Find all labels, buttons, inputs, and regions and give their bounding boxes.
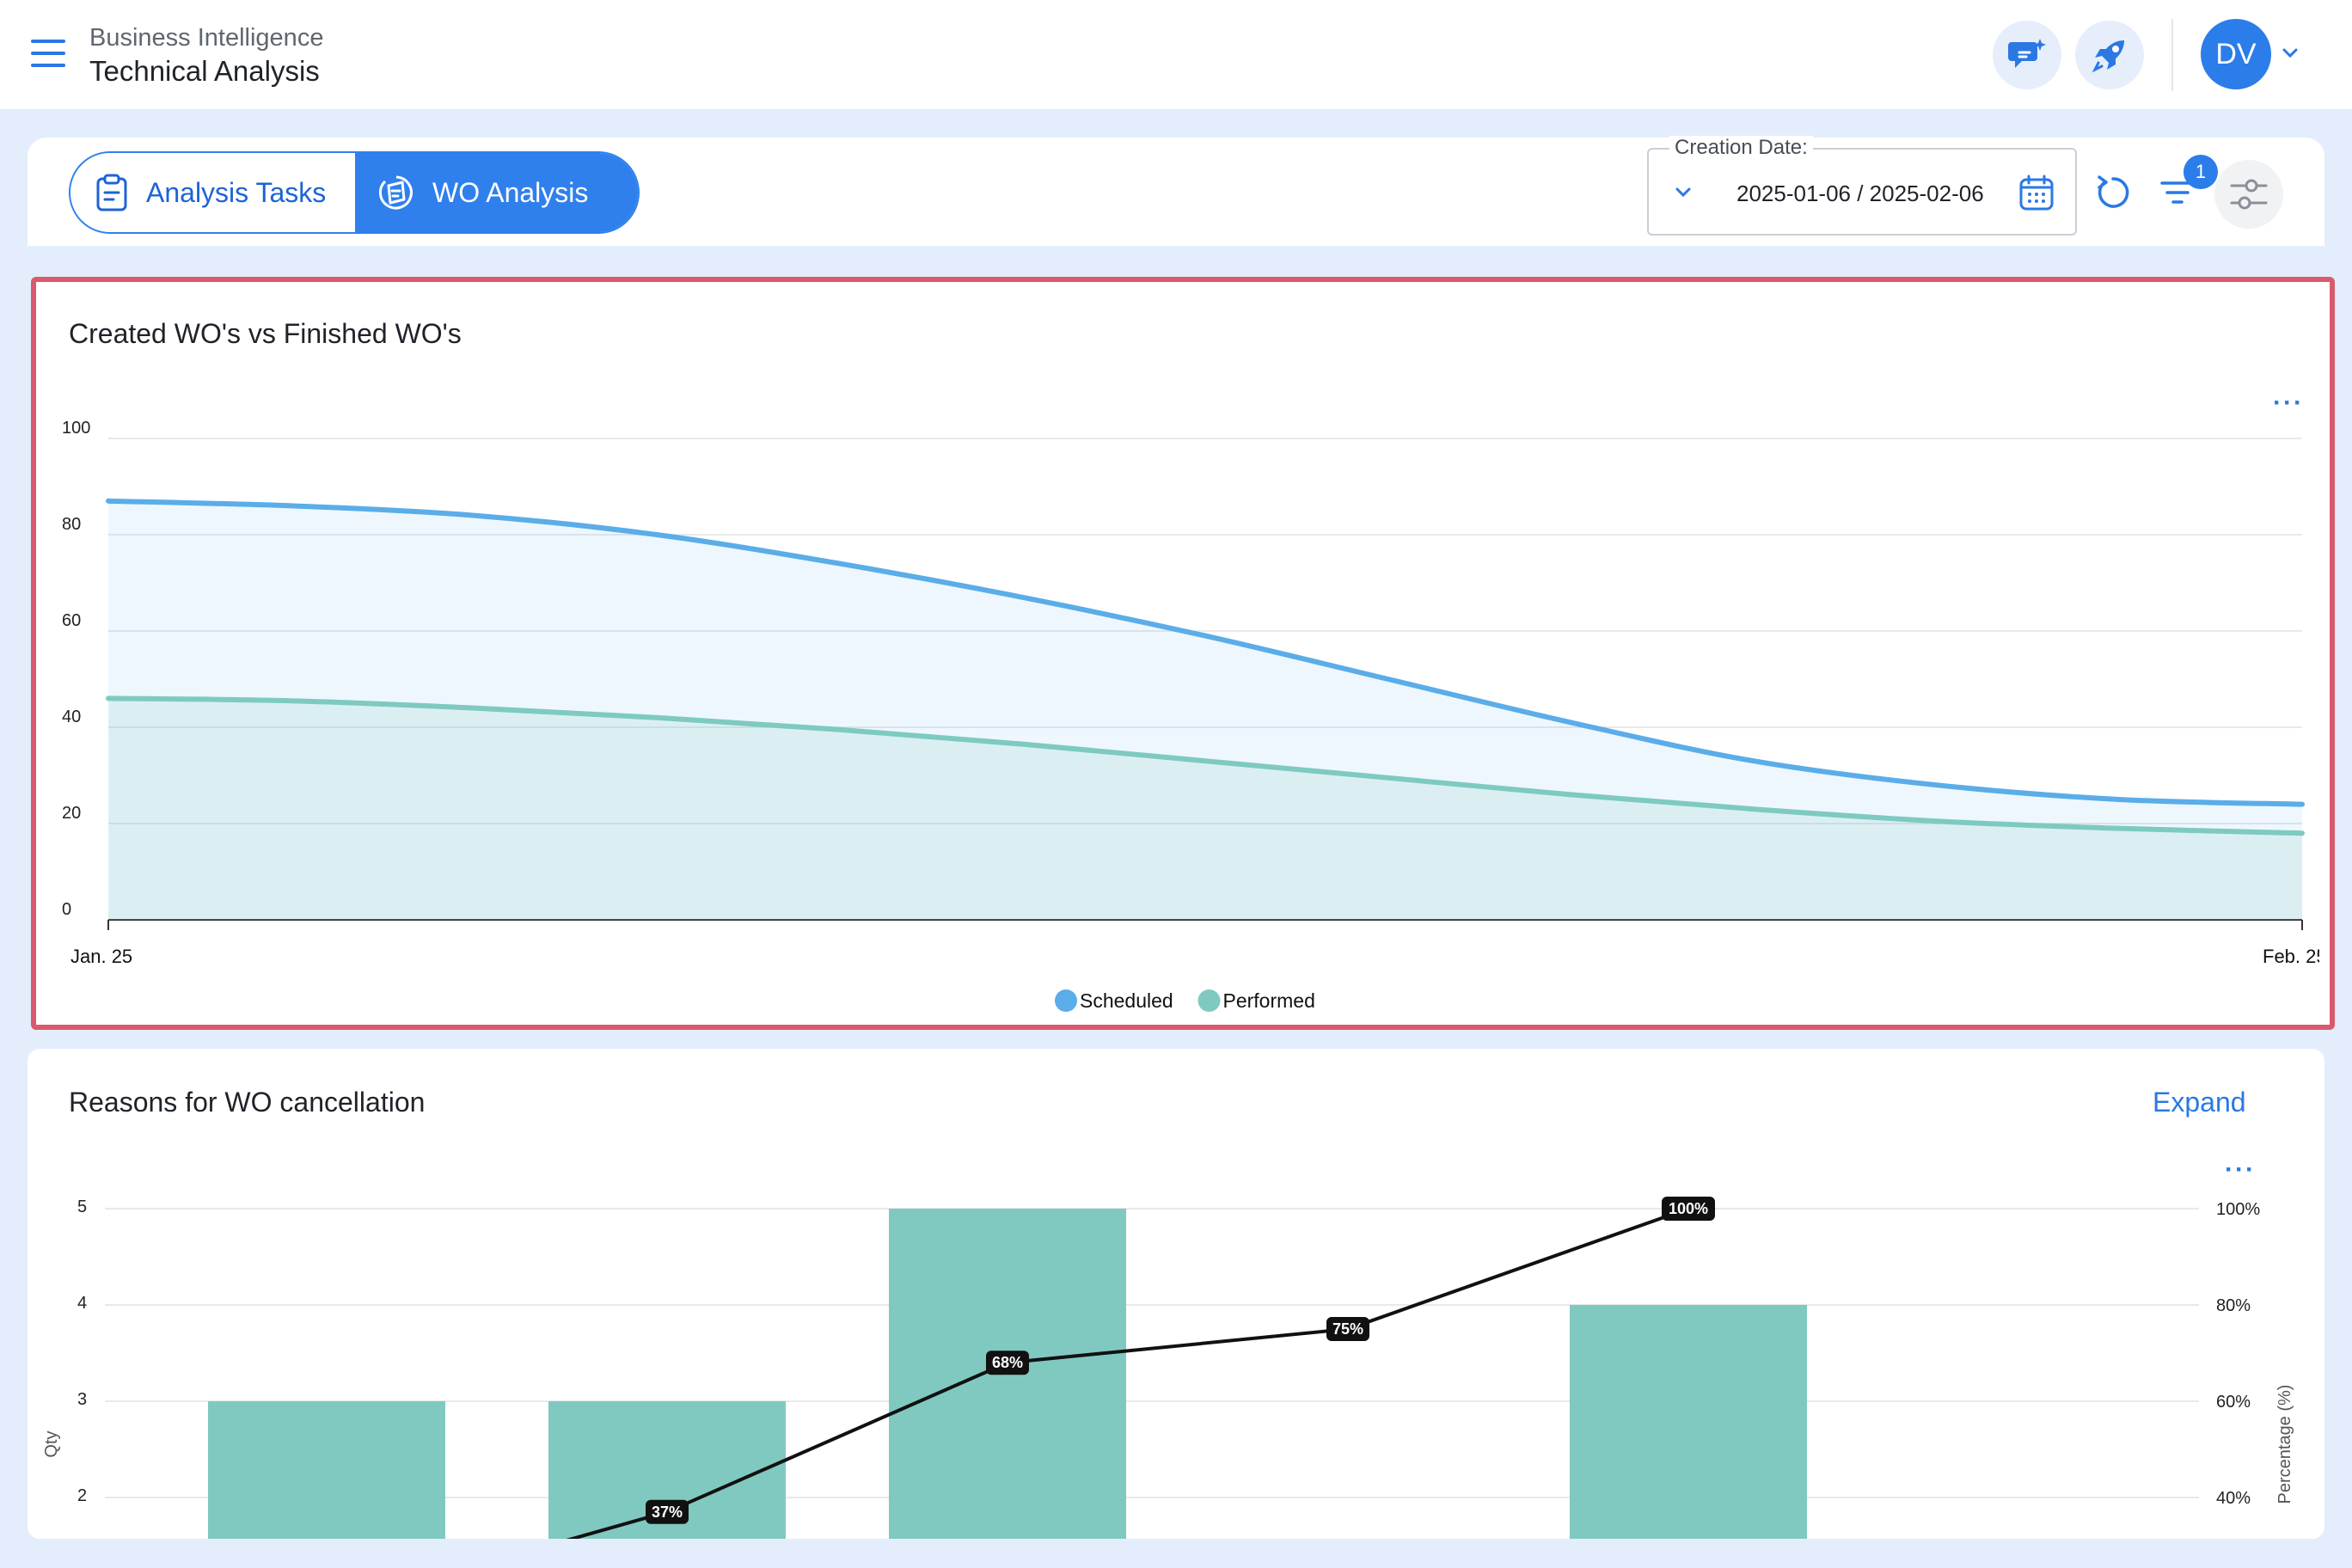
y2-axis-label: Percentage (%) — [2275, 1385, 2294, 1504]
user-initials: DV — [2215, 37, 2257, 70]
creation-date-value: 2025-01-06 / 2025-02-06 — [1736, 181, 1984, 206]
wo-cancellation-card: Reasons for WO cancellation Expand ··· 2… — [28, 1049, 2324, 1539]
y2-tick-label: 100% — [2216, 1200, 2260, 1219]
bar — [208, 1401, 445, 1539]
clipboard-icon — [96, 174, 127, 211]
chevron-down-icon[interactable] — [1673, 182, 1694, 203]
wo-analysis-icon — [378, 175, 413, 210]
creation-date-filter[interactable]: Creation Date: 2025-01-06 / 2025-02-06 — [1647, 136, 2077, 236]
y-tick-label: 2 — [77, 1486, 87, 1505]
area-chart: 0 20 40 60 80 100 Jan. 25 Feb. 25 Scheduled Perfo… — [62, 419, 2327, 1012]
y2-tick-label: 80% — [2216, 1296, 2251, 1315]
user-avatar[interactable]: DV — [2201, 19, 2271, 89]
data-label: 68% — [992, 1354, 1023, 1371]
legend-marker — [1055, 989, 1077, 1012]
tab-analysis-tasks-label: Analysis Tasks — [146, 176, 327, 208]
x-tick-label: Jan. 25 — [70, 946, 132, 967]
app-section-label: Business Intelligence — [89, 24, 324, 52]
calendar-icon[interactable] — [2018, 174, 2055, 211]
launch-button[interactable] — [2075, 21, 2144, 89]
analysis-tab-switcher: Analysis Tasks WO Analysis — [69, 151, 640, 234]
y-axis-label: Qty — [42, 1430, 61, 1457]
chat-sparkle-icon — [2008, 39, 2046, 68]
ai-chat-button[interactable] — [1993, 21, 2061, 89]
refresh-icon[interactable] — [2092, 172, 2130, 211]
tab-wo-analysis[interactable]: WO Analysis — [355, 153, 638, 232]
data-label: 75% — [1332, 1320, 1363, 1338]
analysis-toolbar: Analysis Tasks WO Analysis Creation Date… — [28, 136, 2324, 246]
data-label: 37% — [652, 1504, 683, 1521]
settings-sliders-button[interactable] — [2214, 160, 2283, 229]
y2-tick-label: 60% — [2216, 1393, 2251, 1412]
legend-label: Performed — [1223, 989, 1315, 1012]
sliders-icon — [2230, 179, 2268, 210]
data-label: 100% — [1669, 1200, 1708, 1217]
header-divider — [2171, 19, 2173, 91]
legend-marker — [1197, 989, 1221, 1012]
y-tick-label: 5 — [77, 1197, 87, 1216]
y-tick-label: 80 — [62, 515, 81, 534]
page-title: Technical Analysis — [89, 55, 320, 87]
y-tick-label: 100 — [62, 419, 90, 438]
top-bar: Business Intelligence Technical Analysis… — [0, 0, 2352, 110]
filter-count-badge: 1 — [2184, 155, 2218, 189]
y-tick-label: 20 — [62, 804, 81, 823]
x-tick-label: Feb. 25 — [2263, 946, 2327, 967]
bar — [1570, 1305, 1807, 1539]
y-tick-label: 60 — [62, 611, 81, 630]
tab-analysis-tasks[interactable]: Analysis Tasks — [70, 153, 355, 232]
chevron-down-icon[interactable] — [2280, 43, 2300, 64]
legend-label: Scheduled — [1080, 989, 1173, 1012]
pareto-chart: 2 3 4 5 40% 60% 80% 100% Qty Percentage (%) 37% 68%… — [42, 1197, 2294, 1539]
y2-tick-label: 40% — [2216, 1489, 2251, 1508]
creation-date-label: Creation Date: — [1669, 136, 1813, 160]
tab-wo-analysis-label: WO Analysis — [432, 176, 589, 208]
y-tick-label: 40 — [62, 707, 81, 726]
y-tick-label: 3 — [77, 1390, 87, 1409]
menu-icon[interactable] — [31, 40, 65, 67]
y-tick-label: 4 — [77, 1294, 87, 1313]
created-vs-finished-card: Created WO's vs Finished WO's ··· 0 20 40 6… — [31, 277, 2335, 1030]
y-tick-label: 0 — [62, 900, 71, 919]
rocket-icon — [2092, 40, 2124, 73]
